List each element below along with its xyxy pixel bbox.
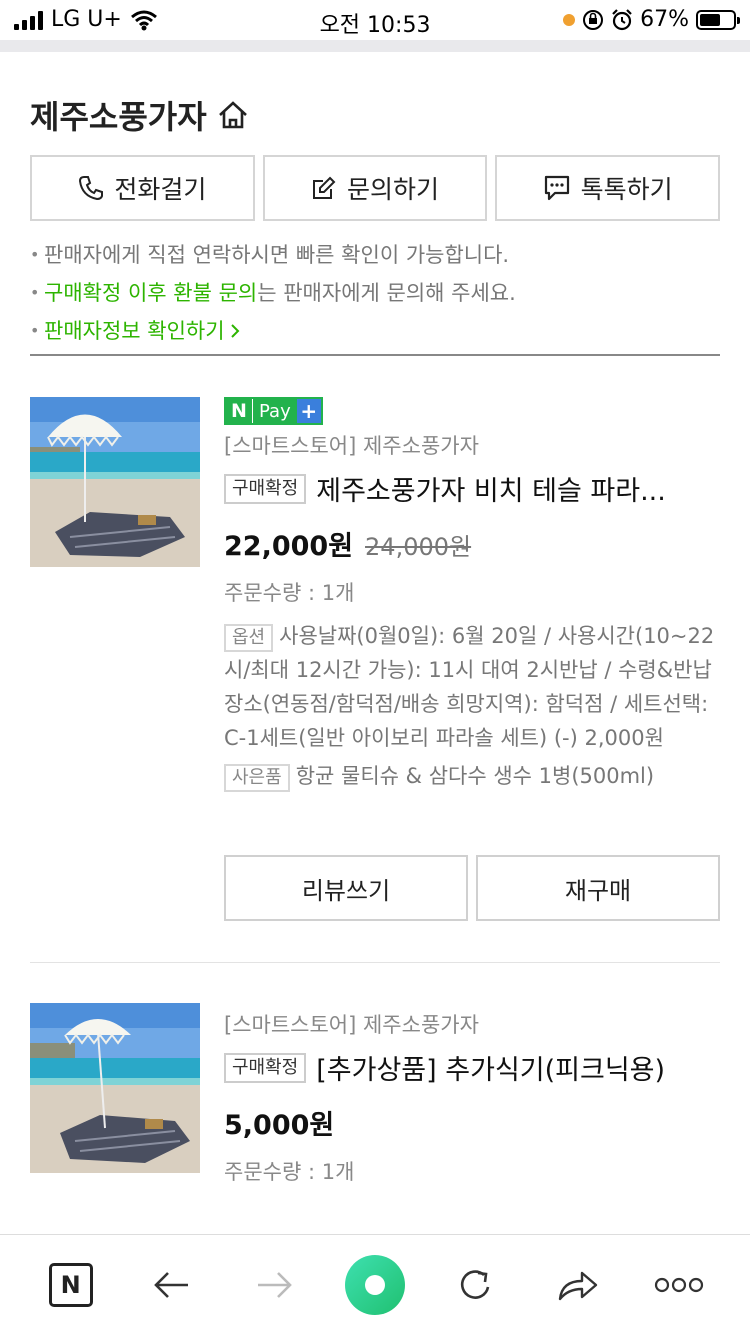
note-refund: • 구매확정 이후 환불 문의는 판매자에게 문의해 주세요. — [30, 281, 516, 305]
store-name: [스마트스토어] 제주소풍가자 — [224, 434, 479, 458]
naver-home-icon: N — [48, 1262, 93, 1307]
original-price: 24,000원 — [365, 533, 472, 561]
alarm-icon — [612, 8, 632, 30]
note-contact: • 판매자에게 직접 연락하시면 빠른 확인이 가능합니다. — [30, 243, 510, 267]
seller-actions: 전화걸기 문의하기 톡톡하기 — [30, 155, 721, 221]
status-right: 67% — [563, 7, 740, 32]
product-divider — [30, 962, 720, 963]
gift-tag: 사은품 — [224, 764, 290, 792]
product-info: N Pay + [스마트스토어] 제주소풍가자 구매확정 제주소풍가자 비치 테… — [224, 397, 724, 793]
share-button[interactable] — [543, 1250, 613, 1320]
naver-pay-plus-badge: N Pay + — [224, 397, 323, 425]
status-badge: 구매확정 — [224, 1052, 307, 1083]
section-divider — [30, 354, 720, 356]
talktalk-button-label: 톡톡하기 — [580, 175, 673, 204]
option-tag: 옵션 — [224, 624, 274, 652]
product-name-row: 구매확정 제주소풍가자 비치 테슬 파라... — [224, 469, 724, 508]
header-separator — [0, 40, 750, 52]
seller-notes: • 판매자에게 직접 연락하시면 빠른 확인이 가능합니다. • 구매확정 이후 환… — [30, 236, 720, 350]
option-detail: 옵션 사용날짜(0월0일): 6월 20일 / 사용시간(10~22시/최대 12… — [224, 624, 715, 750]
note-seller-info: • 판매자정보 확인하기 — [30, 312, 720, 350]
rebuy-button[interactable]: 재구매 — [476, 855, 720, 921]
forward-icon — [257, 1271, 292, 1298]
price-row: 22,000원 24,000원 — [224, 524, 724, 563]
battery-percent: 67% — [640, 7, 689, 32]
status-bar: LG U+ 오전 10:53 67% — [0, 0, 750, 40]
seller-info-link[interactable]: 판매자정보 확인하기 — [44, 319, 241, 343]
product-info: [스마트스토어] 제주소풍가자 구매확정 [추가상품] 추가식기(피크닉용) 5… — [224, 1010, 724, 1186]
refund-inquiry-link[interactable]: 구매확정 이후 환불 문의 — [44, 281, 257, 305]
chevron-right-icon — [230, 324, 239, 338]
edit-icon — [313, 176, 336, 199]
inquiry-button[interactable]: 문의하기 — [262, 155, 488, 221]
status-badge: 구매확정 — [224, 473, 307, 504]
talktalk-button[interactable]: 톡톡하기 — [495, 155, 721, 221]
product-name[interactable]: [추가상품] 추가식기(피크닉용) — [316, 1048, 665, 1087]
store-name: [스마트스토어] 제주소풍가자 — [224, 1013, 479, 1037]
product-thumbnail[interactable] — [30, 1003, 200, 1173]
browser-toolbar: N — [0, 1234, 750, 1334]
order-quantity: 주문수량 : 1개 — [224, 1160, 355, 1184]
product-name-row: 구매확정 [추가상품] 추가식기(피크닉용) — [224, 1048, 724, 1087]
seller-title[interactable]: 제주소풍가자 — [30, 92, 249, 138]
seller-name: 제주소풍가자 — [30, 98, 207, 136]
order-quantity: 주문수량 : 1개 — [224, 581, 355, 605]
beach-parasol-image — [30, 1003, 200, 1173]
home-icon — [218, 101, 247, 129]
gift-detail: 사은품 항균 물티슈 & 삼다수 생수 1병(500ml) — [224, 759, 724, 793]
green-dot-button[interactable] — [340, 1250, 410, 1320]
write-review-button[interactable]: 리뷰쓰기 — [224, 855, 468, 921]
share-icon — [558, 1271, 598, 1300]
more-button[interactable] — [644, 1250, 714, 1320]
product-name[interactable]: 제주소풍가자 비치 테슬 파라... — [316, 469, 666, 508]
sale-price: 22,000원 — [224, 531, 354, 562]
price-row: 5,000원 — [224, 1103, 724, 1142]
inquiry-button-label: 문의하기 — [347, 175, 440, 204]
back-icon — [154, 1271, 189, 1298]
naver-home-button[interactable]: N — [36, 1250, 106, 1320]
back-button[interactable] — [137, 1250, 207, 1320]
refresh-icon — [461, 1269, 490, 1299]
call-button-label: 전화걸기 — [114, 175, 207, 204]
product-thumbnail[interactable] — [30, 397, 200, 567]
forward-button[interactable] — [239, 1250, 309, 1320]
green-dot-icon — [344, 1254, 405, 1315]
call-button[interactable]: 전화걸기 — [30, 155, 255, 221]
rotation-lock-icon — [583, 9, 604, 30]
recording-dot-icon — [563, 13, 576, 26]
more-icon — [655, 1277, 704, 1292]
beach-parasol-image — [30, 397, 200, 567]
sale-price: 5,000원 — [224, 1110, 335, 1141]
refresh-button[interactable] — [441, 1250, 511, 1320]
phone-icon — [79, 176, 104, 201]
product-actions: 리뷰쓰기 재구매 — [224, 855, 720, 921]
chat-icon — [544, 175, 569, 201]
battery-icon — [696, 9, 740, 30]
